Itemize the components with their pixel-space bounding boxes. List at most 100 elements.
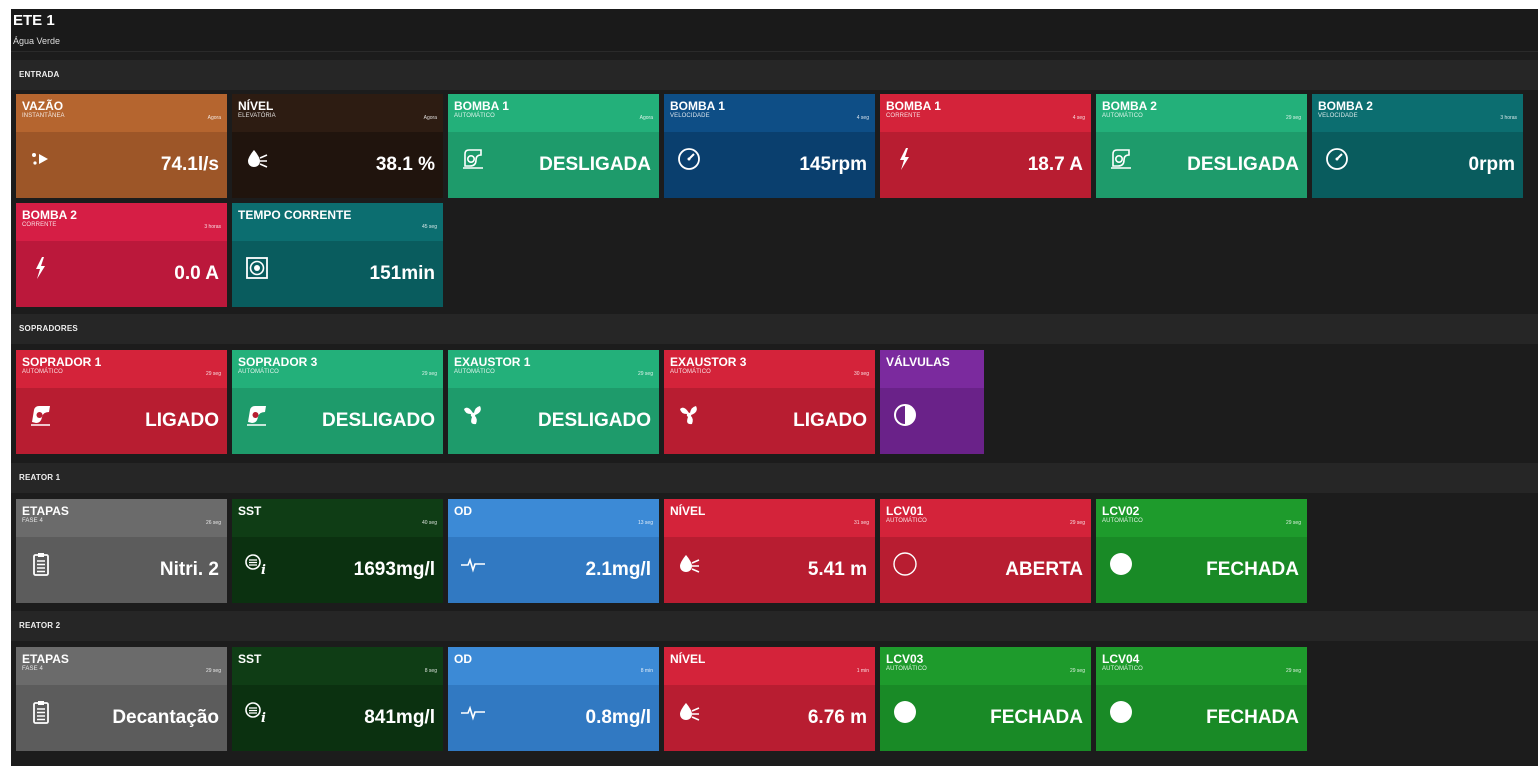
page-header: ETE 1 Água Verde — [11, 9, 1538, 52]
tile-lcv01[interactable]: LCV01 AUTOMÁTICO 29 seg ABERTA — [880, 499, 1091, 603]
tile-title: NÍVEL — [670, 652, 706, 666]
tile-subtitle: AUTOMÁTICO — [886, 666, 927, 672]
tile-title: BOMBA 1 — [886, 99, 941, 113]
tile-bomba1-corr[interactable]: BOMBA 1 CORRENTE 4 seg 18.7 A — [880, 94, 1091, 198]
tile-subtitle: INSTANTÂNEA — [22, 113, 65, 119]
tile-timestamp: 31 seg — [853, 520, 869, 526]
tile-title: SST — [238, 504, 262, 518]
tile-value: 151min — [369, 263, 435, 284]
tile-r1-sst[interactable]: SST 40 seg i 1693mg/l — [232, 499, 443, 603]
tile-soprador1[interactable]: SOPRADOR 1 AUTOMÁTICO 29 seg LIGADO — [16, 350, 227, 454]
tile-body: ABERTA — [880, 537, 1091, 603]
tile-title: SOPRADOR 3 — [238, 355, 318, 369]
tile-subtitle: AUTOMÁTICO — [1102, 666, 1143, 672]
tile-value: 74.1l/s — [160, 154, 219, 175]
water-level-icon — [244, 146, 270, 172]
tile-r1-nivel[interactable]: NÍVEL 31 seg 5.41 m — [664, 499, 875, 603]
tile-r1-od[interactable]: OD 13 seg 2.1mg/l — [448, 499, 659, 603]
tile-tempo-corr[interactable]: TEMPO CORRENTE 45 seg 151min — [232, 203, 443, 307]
tile-value: 2.1mg/l — [585, 559, 651, 580]
tile-title: OD — [454, 504, 472, 518]
page-title: ETE 1 — [13, 12, 55, 29]
tile-header: BOMBA 1 AUTOMÁTICO Agora — [448, 94, 659, 132]
tile-body: Nitri. 2 — [16, 537, 227, 603]
tile-body: 151min — [232, 241, 443, 307]
tile-exaustor1[interactable]: EXAUSTOR 1 AUTOMÁTICO 29 seg DESLIGADO — [448, 350, 659, 454]
tile-timestamp: 4 seg — [1072, 115, 1085, 121]
tile-header: BOMBA 1 CORRENTE 4 seg — [880, 94, 1091, 132]
tile-value: FECHADA — [1206, 559, 1299, 580]
tile-body: 0rpm — [1312, 132, 1523, 198]
tile-header: EXAUSTOR 1 AUTOMÁTICO 29 seg — [448, 350, 659, 388]
tile-bomba1-vel[interactable]: BOMBA 1 VELOCIDADE 4 seg 145rpm — [664, 94, 875, 198]
tile-body: i 841mg/l — [232, 685, 443, 751]
tile-bomba2-vel[interactable]: BOMBA 2 VELOCIDADE 3 horas 0rpm — [1312, 94, 1523, 198]
tile-lcv03[interactable]: LCV03 AUTOMÁTICO 29 seg FECHADA — [880, 647, 1091, 751]
tile-bomba2-corr[interactable]: BOMBA 2 CORRENTE 3 horas 0.0 A — [16, 203, 227, 307]
tile-timestamp: 30 seg — [853, 371, 869, 377]
tile-value: 841mg/l — [364, 707, 435, 728]
tile-timestamp: 29 seg — [1285, 668, 1301, 674]
valve-open-icon — [892, 551, 918, 577]
tile-title: BOMBA 2 — [1102, 99, 1157, 113]
speedometer-icon — [676, 146, 702, 172]
tile-r2-nivel[interactable]: NÍVEL 1 min 6.76 m — [664, 647, 875, 751]
tile-header: NÍVEL 31 seg — [664, 499, 875, 537]
tile-title: BOMBA 1 — [670, 99, 725, 113]
tile-r2-sst[interactable]: SST 8 seg i 841mg/l — [232, 647, 443, 751]
tile-nivel-elev[interactable]: NÍVEL ELEVATÓRIA Agora 38.1 % — [232, 94, 443, 198]
dashboard-frame: ETE 1 Água Verde ENTRADA SOPRADORES REAT… — [11, 9, 1538, 766]
tile-valvulas[interactable]: VÁLVULAS — [880, 350, 984, 454]
tile-body: LIGADO — [664, 388, 875, 454]
tile-subtitle: AUTOMÁTICO — [670, 369, 711, 375]
tile-vazao[interactable]: VAZÃO INSTANTÂNEA Agora 74.1l/s — [16, 94, 227, 198]
svg-text:i: i — [261, 563, 266, 577]
section-entrada: ENTRADA — [11, 60, 1538, 90]
tile-lcv04[interactable]: LCV04 AUTOMÁTICO 29 seg FECHADA — [1096, 647, 1307, 751]
pump-icon — [460, 146, 486, 172]
tile-subtitle: VELOCIDADE — [670, 113, 710, 119]
tile-header: TEMPO CORRENTE 45 seg — [232, 203, 443, 241]
tile-header: VÁLVULAS — [880, 350, 984, 388]
tile-value: LIGADO — [793, 410, 867, 431]
tile-timestamp: 29 seg — [1069, 668, 1085, 674]
tile-body: 5.41 m — [664, 537, 875, 603]
tile-body: DESLIGADO — [232, 388, 443, 454]
tile-title: BOMBA 2 — [1318, 99, 1373, 113]
tile-value: DESLIGADO — [538, 410, 651, 431]
tile-value: Decantação — [112, 707, 219, 728]
tile-title: BOMBA 1 — [454, 99, 509, 113]
tile-value: DESLIGADA — [1187, 154, 1299, 175]
tile-subtitle: AUTOMÁTICO — [238, 369, 279, 375]
tile-value: Nitri. 2 — [159, 559, 219, 580]
tile-r1-etapas[interactable]: ETAPAS FASE 4 26 seg Nitri. 2 — [16, 499, 227, 603]
tile-value: 145rpm — [799, 154, 867, 175]
tile-subtitle: AUTOMÁTICO — [454, 369, 495, 375]
tile-exaustor3[interactable]: EXAUSTOR 3 AUTOMÁTICO 30 seg LIGADO — [664, 350, 875, 454]
tile-body: DESLIGADA — [448, 132, 659, 198]
tile-timestamp: 8 min — [640, 668, 653, 674]
tile-body: 2.1mg/l — [448, 537, 659, 603]
tile-header: VAZÃO INSTANTÂNEA Agora — [16, 94, 227, 132]
tile-title: EXAUSTOR 3 — [670, 355, 747, 369]
tile-bomba2-auto[interactable]: BOMBA 2 AUTOMÁTICO 29 seg DESLIGADA — [1096, 94, 1307, 198]
tile-value: 0rpm — [1468, 154, 1515, 175]
timer-icon — [244, 255, 270, 281]
tile-timestamp: 29 seg — [205, 371, 221, 377]
tile-subtitle: AUTOMÁTICO — [22, 369, 63, 375]
tile-subtitle: FASE 4 — [22, 666, 43, 672]
section-reator2: REATOR 2 — [11, 611, 1538, 641]
tile-body: 38.1 % — [232, 132, 443, 198]
tile-bomba1-auto[interactable]: BOMBA 1 AUTOMÁTICO Agora DESLIGADA — [448, 94, 659, 198]
tile-subtitle: CORRENTE — [22, 222, 57, 228]
tile-lcv02[interactable]: LCV02 AUTOMÁTICO 29 seg FECHADA — [1096, 499, 1307, 603]
pump-icon — [1108, 146, 1134, 172]
tile-soprador3[interactable]: SOPRADOR 3 AUTOMÁTICO 29 seg DESLIGADO — [232, 350, 443, 454]
tile-r2-etapas[interactable]: ETAPAS FASE 4 29 seg Decantação — [16, 647, 227, 751]
tile-value: 6.76 m — [807, 707, 867, 728]
tile-timestamp: 29 seg — [421, 371, 437, 377]
tile-timestamp: 3 horas — [204, 224, 221, 230]
tile-header: OD 13 seg — [448, 499, 659, 537]
tile-body: DESLIGADO — [448, 388, 659, 454]
tile-r2-od[interactable]: OD 8 min 0.8mg/l — [448, 647, 659, 751]
